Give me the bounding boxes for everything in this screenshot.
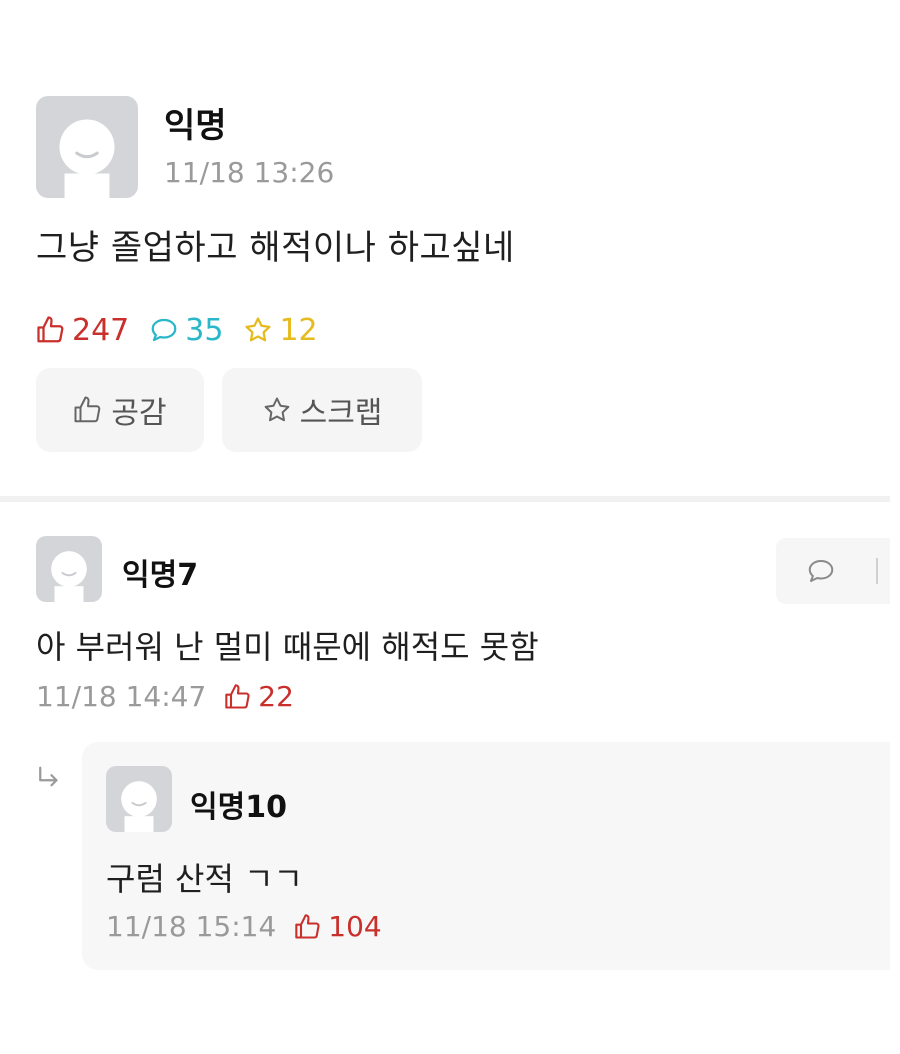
- empathy-button-label: 공감: [111, 396, 167, 431]
- reply-container: 익명10 구럼 산적 ㄱㄱ 11/18 15:14 104: [82, 742, 890, 970]
- scrap-button[interactable]: 스크랩: [222, 368, 422, 452]
- comment-like-value: 22: [258, 680, 294, 713]
- action-separator: [876, 558, 878, 584]
- reply-arrow-icon: [39, 766, 58, 787]
- comment-timestamp: 11/18 14:47: [36, 680, 207, 713]
- comment-action-bar: [776, 538, 890, 604]
- thumbs-up-icon: [225, 683, 250, 709]
- post-content: 그냥 졸업하고 해적이나 하고싶네: [36, 228, 515, 268]
- reply-timestamp: 11/18 15:14: [106, 910, 277, 943]
- default-profile-icon: [51, 551, 87, 602]
- reply-author-avatar: [106, 766, 172, 832]
- reply-content: 구럼 산적 ㄱㄱ: [106, 860, 303, 898]
- like-count: 247: [36, 313, 129, 348]
- scrap-button-label: 스크랩: [299, 396, 383, 431]
- speech-bubble-icon: [151, 318, 177, 342]
- thumbs-up-icon: [74, 396, 101, 423]
- scrap-count-value: 12: [279, 312, 318, 348]
- default-profile-icon: [121, 781, 157, 832]
- star-icon: [245, 317, 271, 342]
- reply-bubble-icon[interactable]: [806, 556, 836, 586]
- comment-author-avatar: [36, 536, 102, 602]
- comment-like-count: 22: [224, 680, 294, 713]
- reply-author-name: 익명10: [190, 790, 287, 825]
- post-timestamp: 11/18 13:26: [164, 156, 335, 189]
- scrap-count: 12: [243, 312, 318, 348]
- comment-author-name: 익명7: [122, 558, 199, 593]
- comment-count: 35: [149, 313, 223, 348]
- comment-count-value: 35: [185, 312, 224, 348]
- reply-like-value: 104: [328, 910, 382, 943]
- post-author-name: 익명: [164, 106, 227, 146]
- empathy-button[interactable]: 공감: [36, 368, 204, 452]
- post-author-avatar: [36, 96, 138, 198]
- thumbs-up-icon: [37, 316, 64, 343]
- comment-content: 아 부러워 난 멀미 때문에 해적도 못함: [36, 628, 539, 666]
- comment-meta: 11/18 14:47 22: [36, 680, 294, 713]
- thumbs-up-icon: [295, 913, 320, 939]
- post-stats: 247 35 12: [36, 310, 318, 350]
- like-count-value: 247: [72, 312, 130, 348]
- star-icon: [264, 397, 289, 422]
- section-divider: [0, 496, 890, 502]
- reply-like-count: 104: [294, 910, 382, 943]
- reply-meta: 11/18 15:14 104: [106, 910, 382, 943]
- default-profile-icon: [59, 119, 115, 198]
